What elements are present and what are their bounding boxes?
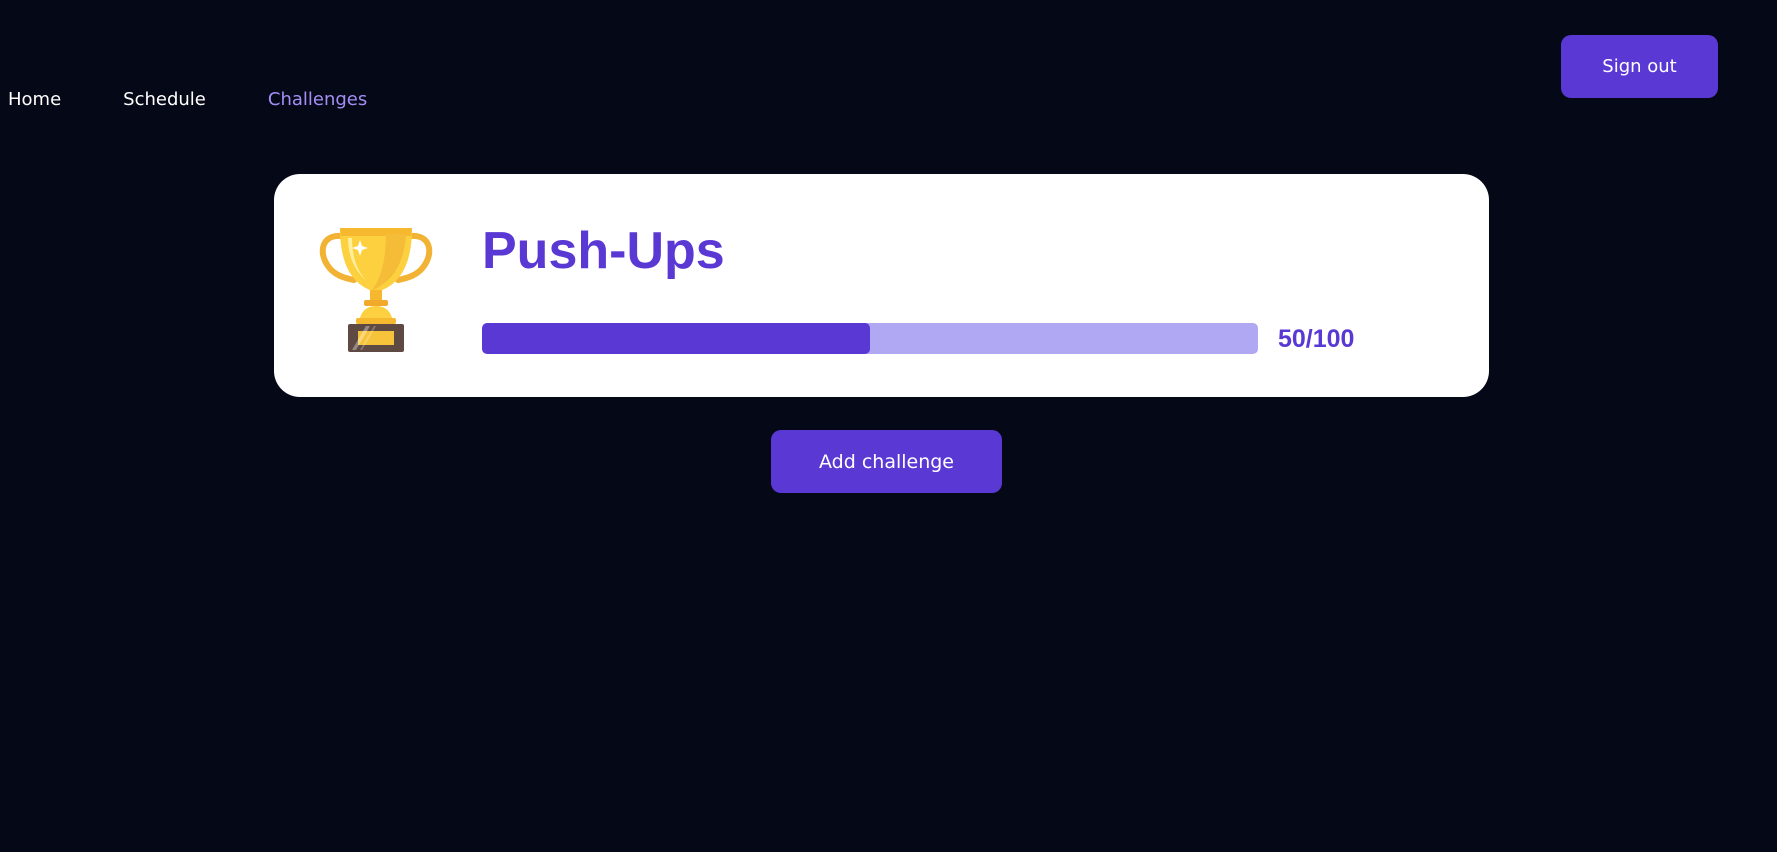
add-challenge-button[interactable]: Add challenge bbox=[771, 430, 1002, 493]
sign-out-button[interactable]: Sign out bbox=[1561, 35, 1718, 98]
challenge-title: Push-Ups bbox=[482, 222, 725, 280]
nav-item-schedule[interactable]: Schedule bbox=[123, 88, 206, 112]
challenge-progress-count: 50/100 bbox=[1278, 325, 1355, 353]
challenge-card: Push-Ups 50/100 bbox=[274, 174, 1489, 397]
main-nav: Home Schedule Challenges bbox=[8, 88, 429, 112]
trophy-icon-graphic bbox=[319, 228, 433, 352]
nav-item-home[interactable]: Home bbox=[8, 88, 61, 112]
challenge-progress-fill bbox=[482, 323, 870, 354]
nav-item-challenges[interactable]: Challenges bbox=[268, 88, 367, 112]
challenge-progress-bar bbox=[482, 323, 1258, 354]
trophy-icon bbox=[316, 214, 436, 358]
